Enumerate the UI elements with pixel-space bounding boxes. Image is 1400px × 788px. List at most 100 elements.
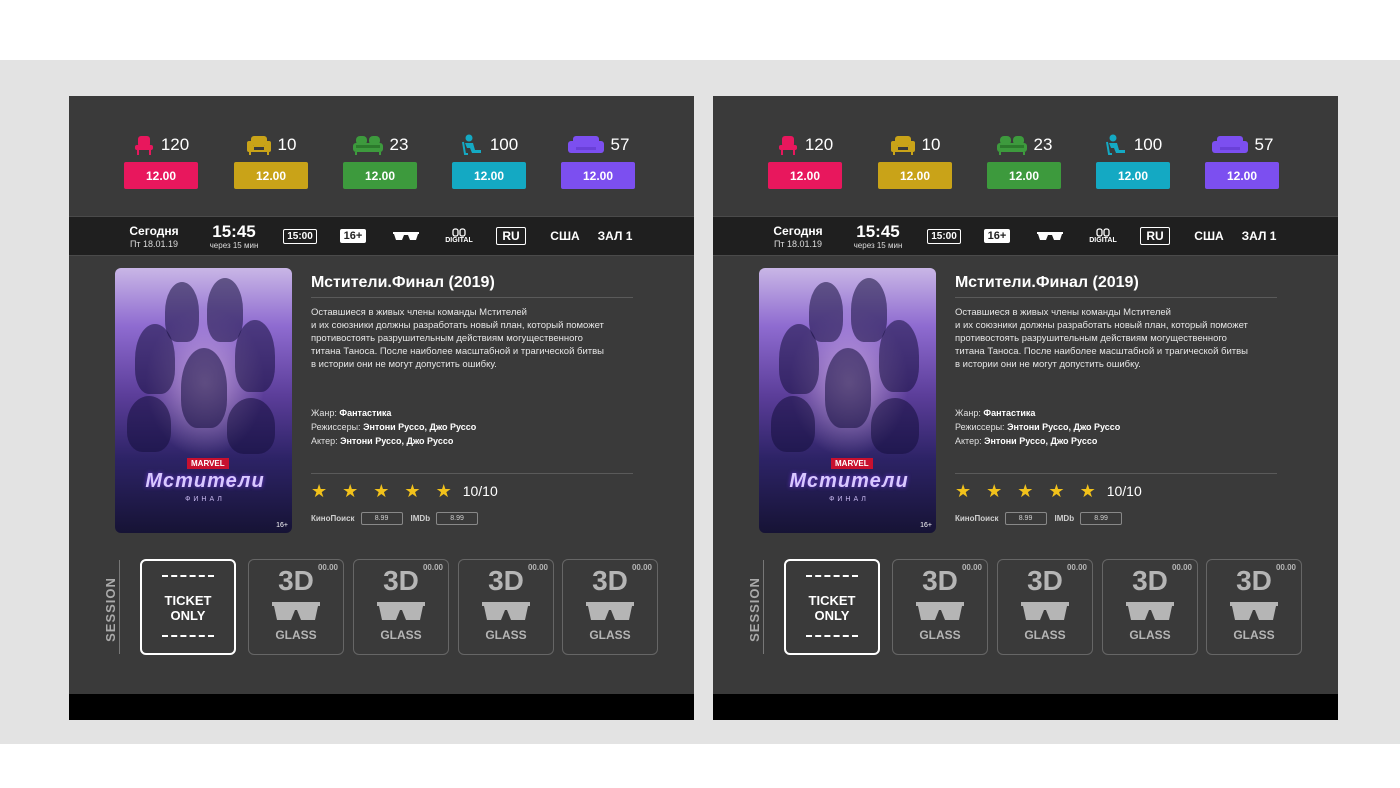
seat-count: 100	[489, 135, 519, 154]
price-button[interactable]: 12.00	[124, 162, 198, 189]
seat-category-chair[interactable]: 120 12.00	[124, 132, 198, 192]
time-block: 15:45 через 15 мин	[845, 217, 911, 255]
star-icon: ★	[342, 481, 359, 501]
movie-poster[interactable]: MARVEL Мстители ФИНАЛ 16+	[759, 268, 936, 533]
ticket-only-option[interactable]: TICKET ONLY	[140, 559, 236, 655]
3d-glass-option[interactable]: 00.00 3D GLASS	[248, 559, 344, 655]
seat-category-recliner[interactable]: 100 12.00	[1096, 132, 1170, 192]
marvel-logo: MARVEL	[831, 458, 873, 469]
actors-line: Актер: Энтони Руссо, Джо Руссо	[311, 436, 454, 446]
poster-title: Мстители	[789, 470, 909, 492]
price-button[interactable]: 12.00	[1205, 162, 1279, 189]
sofa-icon	[567, 136, 604, 153]
seat-category-sofa[interactable]: 57 12.00	[1205, 132, 1279, 192]
seat-category-love-seat[interactable]: 23 12.00	[343, 132, 417, 192]
chair-icon	[778, 136, 797, 155]
seat-category-love-seat[interactable]: 23 12.00	[987, 132, 1061, 192]
movie-meta: Жанр: Фантастика Режиссеры: Энтони Руссо…	[955, 406, 1120, 448]
price-button[interactable]: 12.00	[1096, 162, 1170, 189]
love-seat-icon	[996, 136, 1027, 155]
language-badge: RU	[1140, 227, 1170, 245]
date-label: Пт 18.01.19	[129, 238, 179, 249]
price-button[interactable]: 12.00	[343, 162, 417, 189]
seat-count: 10	[921, 135, 941, 154]
seat-categories: 120 12.00 10 12.00 23 12.00 100 12.00 57…	[768, 132, 1283, 192]
session-info-bar: Сегодня Пт 18.01.19 15:45 через 15 мин 1…	[713, 216, 1338, 256]
day-label: Сегодня	[129, 223, 179, 238]
actors-value: Энтони Руссо, Джо Руссо	[984, 436, 1098, 446]
only-label: ONLY	[814, 608, 850, 623]
price-button[interactable]: 12.00	[452, 162, 526, 189]
star-icon: ★	[404, 481, 421, 501]
3d-label: 3D	[1027, 565, 1063, 596]
country-label: США	[1194, 229, 1224, 243]
time-block: 15:45 через 15 мин	[201, 217, 267, 255]
movie-poster[interactable]: MARVEL Мстители ФИНАЛ 16+	[115, 268, 292, 533]
3d-glass-option[interactable]: 00.00 3D GLASS	[353, 559, 449, 655]
cinema-panel-right: 120 12.00 10 12.00 23 12.00 100 12.00 57…	[713, 96, 1338, 720]
date-block: Сегодня Пт 18.01.19	[768, 217, 828, 255]
start-time: 15:45	[212, 221, 256, 241]
seat-count: 23	[389, 135, 409, 154]
session-label: SESSION	[746, 576, 762, 642]
panel-footer	[713, 694, 1338, 720]
actors-line: Актер: Энтони Руссо, Джо Руссо	[955, 436, 1098, 446]
3d-glass-option[interactable]: 00.00 3D GLASS	[892, 559, 988, 655]
seat-category-armchair[interactable]: 10 12.00	[878, 132, 952, 192]
price-button[interactable]: 12.00	[234, 162, 308, 189]
glass-label: GLASS	[589, 628, 631, 642]
start-time: 15:45	[856, 221, 900, 241]
kinopoisk-value: 8.99	[1004, 512, 1047, 525]
3d-glass-option[interactable]: 00.00 3D GLASS	[1102, 559, 1198, 655]
seat-category-recliner[interactable]: 100 12.00	[452, 132, 526, 192]
3d-label: 3D	[1132, 565, 1168, 596]
seat-category-armchair[interactable]: 10 12.00	[234, 132, 308, 192]
armchair-icon	[890, 136, 915, 155]
star-icon: ★	[1048, 481, 1065, 501]
3d-glass-option[interactable]: 00.00 3D GLASS	[1206, 559, 1302, 655]
3d-glass-option[interactable]: 00.00 3D GLASS	[562, 559, 658, 655]
only-label: ONLY	[170, 608, 206, 623]
rating-score: 10/10	[1106, 483, 1142, 499]
3d-glasses-icon	[272, 602, 320, 620]
price-button[interactable]: 12.00	[561, 162, 635, 189]
3d-glasses-icon	[916, 602, 964, 620]
seat-category-chair[interactable]: 120 12.00	[768, 132, 842, 192]
3d-glasses-icon	[1037, 232, 1063, 240]
3d-glasses-icon	[482, 602, 530, 620]
star-icon: ★	[311, 481, 328, 501]
directors-line: Режиссеры: Энтони Руссо, Джо Руссо	[311, 422, 477, 432]
price-button[interactable]: 12.00	[878, 162, 952, 189]
3d-glasses-icon	[1126, 602, 1174, 620]
seat-category-sofa[interactable]: 57 12.00	[561, 132, 635, 192]
imdb-label: IMDb	[1054, 514, 1075, 523]
price-button[interactable]: 12.00	[987, 162, 1061, 189]
glass-label: GLASS	[1129, 628, 1171, 642]
digital-icon	[452, 228, 466, 237]
3d-glasses-icon	[586, 602, 634, 620]
cinema-panel-left: 120 12.00 10 12.00 23 12.00 100 12.00 57…	[69, 96, 694, 720]
3d-glass-option[interactable]: 00.00 3D GLASS	[997, 559, 1093, 655]
ticket-only-option[interactable]: TICKET ONLY	[784, 559, 880, 655]
star-icon: ★	[1079, 481, 1096, 501]
session-info-bar: Сегодня Пт 18.01.19 15:45 через 15 мин 1…	[69, 216, 694, 256]
duration-badge: 15:00	[283, 228, 317, 244]
3d-glass-option[interactable]: 00.00 3D GLASS	[458, 559, 554, 655]
rating-stars: ★ ★ ★ ★ ★ 10/10	[955, 482, 1142, 500]
glass-label: GLASS	[380, 628, 422, 642]
actors-value: Энтони Руссо, Джо Руссо	[340, 436, 454, 446]
age-rating-badge: 16+	[983, 229, 1011, 243]
price-button[interactable]: 12.00	[768, 162, 842, 189]
3d-glasses-icon	[1230, 602, 1278, 620]
rating-score: 10/10	[462, 483, 498, 499]
seat-count: 57	[610, 135, 630, 154]
time-until: через 15 мин	[853, 240, 903, 250]
love-seat-icon	[352, 136, 383, 155]
hall-label: ЗАЛ 1	[1241, 229, 1277, 243]
directors-line: Режиссеры: Энтони Руссо, Джо Руссо	[955, 422, 1121, 432]
divider	[311, 297, 633, 298]
ticket-label: TICKET	[164, 593, 212, 608]
seat-categories: 120 12.00 10 12.00 23 12.00 100 12.00 57…	[124, 132, 639, 192]
divider	[119, 560, 120, 654]
poster-age: 16+	[920, 522, 932, 529]
